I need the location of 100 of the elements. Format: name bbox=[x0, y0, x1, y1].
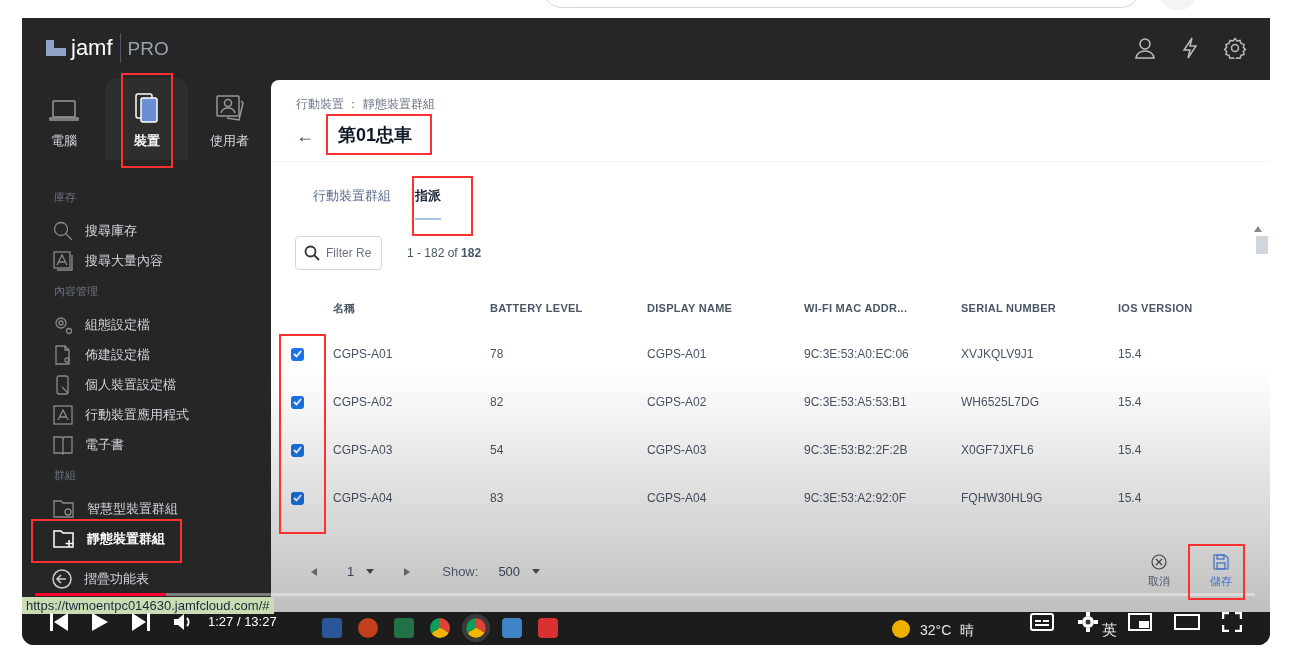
table-cell-text: 15.4 bbox=[1118, 442, 1143, 459]
user-icon[interactable] bbox=[1134, 37, 1156, 59]
table-cell-text: WH6525L7DG bbox=[961, 394, 1041, 411]
table-cell-text: 15.4 bbox=[1118, 490, 1143, 507]
previous-page-icon[interactable] bbox=[311, 567, 317, 576]
app-store-icon bbox=[53, 251, 73, 271]
scrollbar-thumb[interactable] bbox=[1256, 236, 1268, 254]
close-icon bbox=[1151, 554, 1167, 570]
sidebar-item[interactable]: 搜尋大量內容 bbox=[53, 246, 163, 276]
sidebar-item[interactable]: 行動裝置應用程式 bbox=[53, 400, 189, 430]
chrome-icon[interactable] bbox=[466, 618, 486, 638]
checkbox[interactable] bbox=[291, 443, 304, 457]
sidebar-tab[interactable]: 電腦 bbox=[22, 78, 105, 160]
photos-icon[interactable] bbox=[502, 618, 522, 638]
checkbox[interactable] bbox=[291, 347, 304, 361]
sidebar-tab[interactable]: 裝置 bbox=[105, 78, 188, 160]
table-cell-text: CGPS-A04 bbox=[333, 490, 394, 507]
app-store-icon bbox=[53, 405, 73, 425]
table-cell-text: 78 bbox=[490, 346, 505, 363]
logo-text: jamf bbox=[71, 37, 113, 59]
table-cell-text: CGPS-A03 bbox=[333, 442, 394, 459]
theater-icon[interactable] bbox=[1174, 613, 1200, 631]
tablet-icon bbox=[133, 92, 160, 123]
table-cell-text: 82 bbox=[490, 394, 505, 411]
sidebar-item[interactable]: 電子書 bbox=[53, 430, 124, 460]
page-size-select[interactable]: 500 bbox=[498, 562, 541, 582]
section-heading: 群組 bbox=[54, 467, 76, 483]
table-cell-text: 83 bbox=[490, 490, 505, 507]
section-heading: 內容管理 bbox=[54, 283, 98, 299]
search-icon bbox=[304, 245, 320, 261]
powerpoint-icon[interactable] bbox=[358, 618, 378, 638]
tab[interactable]: 指派 bbox=[413, 186, 443, 226]
table-cell-text: 15.4 bbox=[1118, 394, 1143, 411]
book-icon bbox=[53, 435, 73, 455]
miniplayer-icon[interactable] bbox=[1128, 613, 1152, 631]
checkbox[interactable] bbox=[291, 491, 304, 505]
highlight-frame bbox=[1188, 544, 1245, 600]
bolt-icon[interactable] bbox=[1182, 37, 1198, 59]
column-header: SERIAL NUMBER bbox=[961, 300, 1058, 316]
fullscreen-icon[interactable] bbox=[1222, 612, 1242, 632]
scroll-up-icon[interactable] bbox=[1254, 226, 1262, 232]
table-cell-text: CGPS-A03 bbox=[647, 442, 708, 459]
table-cell-text: 54 bbox=[490, 442, 505, 459]
chrome-icon[interactable] bbox=[430, 618, 450, 638]
table-cell-text: 9C:3E:53:A0:EC:06 bbox=[804, 346, 910, 363]
settings-icon[interactable] bbox=[1224, 37, 1246, 59]
column-header: DISPLAY NAME bbox=[647, 300, 734, 316]
settings-icon[interactable] bbox=[1078, 612, 1098, 632]
laptop-icon bbox=[48, 98, 79, 123]
gears-icon bbox=[53, 315, 73, 335]
status-url: https://twmoentpc014630.jamfcloud.com/# bbox=[22, 597, 274, 614]
video-time: 1:27 / 13:27 bbox=[208, 613, 277, 631]
column-header: 名稱 bbox=[333, 300, 357, 316]
table-cell-text: CGPS-A02 bbox=[647, 394, 708, 411]
excel-icon[interactable] bbox=[394, 618, 414, 638]
table-cell-text: CGPS-A01 bbox=[647, 346, 708, 363]
table-cell-text: CGPS-A02 bbox=[333, 394, 394, 411]
filter-field[interactable]: Filter Re bbox=[295, 236, 382, 270]
table-cell-text: CGPS-A04 bbox=[647, 490, 708, 507]
weather-text: 晴 bbox=[960, 621, 974, 640]
table-cell-text: 15.4 bbox=[1118, 346, 1143, 363]
folder-sync-icon bbox=[53, 499, 75, 519]
folder-plus-icon bbox=[53, 529, 75, 549]
weather-icon bbox=[892, 620, 910, 638]
search-icon bbox=[53, 221, 73, 241]
next-page-icon[interactable] bbox=[404, 567, 411, 576]
logo-icon bbox=[46, 40, 66, 56]
checkbox[interactable] bbox=[291, 395, 304, 409]
previous-icon[interactable] bbox=[50, 612, 68, 631]
tab[interactable]: 行動裝置群組 bbox=[311, 186, 393, 226]
table-cell-text: 9C:3E:53:A2:92:0F bbox=[804, 490, 908, 507]
result-count: 1 - 182 of 182 bbox=[407, 245, 482, 262]
table-cell-text: XVJKQLV9J1 bbox=[961, 346, 1035, 363]
table-cell-text: 9C:3E:53:A5:53:B1 bbox=[804, 394, 908, 411]
highlight-frame bbox=[412, 176, 473, 236]
sidebar-item[interactable]: 靜態裝置群組 bbox=[53, 524, 165, 554]
caret-icon bbox=[366, 569, 375, 575]
table-cell-text: X0GF7JXFL6 bbox=[961, 442, 1035, 459]
column-header: WI-FI MAC ADDR... bbox=[804, 300, 909, 316]
column-header: BATTERY LEVEL bbox=[490, 300, 584, 316]
back-button[interactable]: ← bbox=[296, 126, 314, 145]
app-icon[interactable] bbox=[538, 618, 558, 638]
subtitles-icon[interactable] bbox=[1030, 613, 1054, 631]
save-icon bbox=[1213, 554, 1229, 570]
sidebar-item[interactable]: 組態設定檔 bbox=[53, 310, 150, 340]
play-icon[interactable] bbox=[92, 612, 108, 631]
sidebar-item[interactable]: 搜尋庫存 bbox=[53, 216, 137, 246]
column-header: IOS VERSION bbox=[1118, 300, 1194, 316]
cancel-button[interactable]: 取消 bbox=[1148, 554, 1170, 590]
collapse-menu-button[interactable]: 摺疊功能表 bbox=[52, 569, 149, 589]
section-heading: 庫存 bbox=[54, 189, 76, 205]
sidebar-item[interactable]: 佈建設定檔 bbox=[53, 340, 150, 370]
sidebar-item[interactable]: 個人裝置設定檔 bbox=[53, 370, 176, 400]
collapse-icon bbox=[52, 569, 72, 589]
sidebar-tab[interactable]: 使用者 bbox=[188, 78, 271, 160]
next-icon[interactable] bbox=[132, 612, 150, 631]
user-card-icon bbox=[214, 94, 245, 123]
input-method[interactable]: 英 bbox=[1102, 619, 1117, 642]
sidebar-item[interactable]: 智慧型裝置群組 bbox=[53, 494, 178, 524]
page-select[interactable]: 1 bbox=[347, 562, 375, 582]
